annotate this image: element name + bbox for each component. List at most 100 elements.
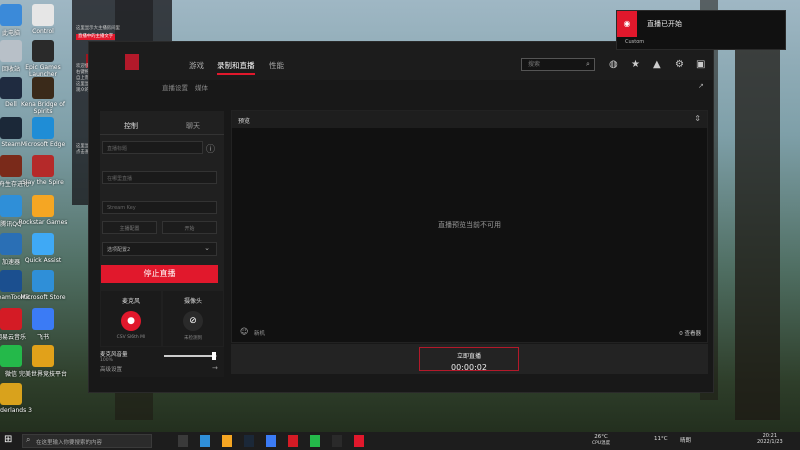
preview-header: 预览 ⇕ <box>232 111 707 128</box>
weather-widget[interactable]: 26°C CPU温度 <box>592 434 610 446</box>
taskbar-app-icon[interactable] <box>266 435 276 447</box>
stream-key-field[interactable]: Stream Key <box>102 201 217 214</box>
overlay-line: 这里显示大主播房间里 <box>76 26 120 31</box>
desktop-icon[interactable]: Epic Games Launcher <box>15 40 71 78</box>
globe-icon[interactable]: ◍ <box>609 59 618 70</box>
camera-off-icon: ⊘ <box>183 311 203 331</box>
app-icon <box>32 40 54 62</box>
expand-icon[interactable]: ⇕ <box>694 114 701 123</box>
overlay-top: 这里显示大主播房间里 直播中的主播文字 <box>72 0 172 40</box>
app-window: 游戏 录制和直播 性能 ⌕ ◍ ★ ▲ ⚙ ▣ 直播设置媒体 ↗ 控制 聊天 直播标… <box>88 41 714 393</box>
camera-device: 未检测到 <box>184 336 202 341</box>
mic-volume-slider[interactable] <box>164 352 217 360</box>
desktop-icon[interactable]: Slay the Spire <box>15 155 71 186</box>
taskbar-status: 晴朗 <box>680 438 692 444</box>
quality-select[interactable]: 选项配置2 ⌄ <box>102 242 217 256</box>
desktop-icon[interactable]: Microsoft Store <box>15 270 71 301</box>
preview-user: 新机 <box>254 331 266 337</box>
taskbar-app-icon[interactable] <box>354 435 364 447</box>
desktop-icon[interactable]: 完美世界竞技平台 <box>15 345 71 378</box>
desktop-icon-label: Epic Games Launcher <box>25 64 61 78</box>
tab-divider <box>100 134 224 135</box>
platform-field[interactable]: 在哪里直播 <box>102 171 217 184</box>
desktop-icon[interactable]: Borderlands 3 <box>0 383 39 414</box>
taskbar-search[interactable]: ⌕ 在这里输入你要搜索的内容 <box>22 434 152 448</box>
config-button[interactable]: 主播配置 <box>102 221 157 234</box>
taskbar-search-text: 在这里输入你要搜索的内容 <box>36 440 103 446</box>
mic-volume-label: 麦克风音量 <box>100 352 128 358</box>
preview-title: 预览 <box>238 118 251 125</box>
mic-label: 麦克风 <box>121 298 140 305</box>
taskbar: ⊞ ⌕ 在这里输入你要搜索的内容 26°C CPU温度 11°C 晴朗 20:21… <box>0 432 800 450</box>
desktop-icon-label: Slay the Spire <box>22 179 64 186</box>
sub-tab[interactable]: 媒体 <box>195 82 208 92</box>
taskbar-app-icon[interactable] <box>332 435 342 447</box>
tab-control[interactable]: 控制 <box>100 121 162 131</box>
taskbar-app-icon[interactable] <box>178 435 188 447</box>
live-control-bar: 立即直播 00:00:02 <box>231 344 708 374</box>
desktop-icon[interactable]: Microsoft Edge <box>15 117 71 148</box>
desktop-icon[interactable]: Quick Assist <box>15 233 71 264</box>
taskbar-app-icon[interactable] <box>288 435 298 447</box>
app-icon <box>0 383 22 405</box>
star-icon[interactable]: ★ <box>631 59 640 70</box>
nav-tab[interactable]: 性能 <box>269 60 284 71</box>
arrow-right-icon[interactable]: → <box>212 364 218 372</box>
go-live-button[interactable]: 立即直播 00:00:02 <box>419 347 519 372</box>
desktop-icon[interactable]: Rockstar Games <box>15 195 71 226</box>
app-icon <box>32 117 54 139</box>
title-field[interactable]: 直播标题 <box>102 141 203 154</box>
live-broadcast-icon: ◉ <box>617 11 637 37</box>
search-icon[interactable]: ⌕ <box>586 60 590 69</box>
panel-icon[interactable]: ▣ <box>696 59 705 70</box>
app-icon <box>32 345 54 367</box>
start-button[interactable]: 开始 <box>162 221 217 234</box>
search-icon: ⌕ <box>26 435 31 444</box>
microphone-icon: ● <box>121 311 141 331</box>
taskbar-app-icon[interactable] <box>244 435 254 447</box>
desktop-icon[interactable]: Control <box>15 4 71 35</box>
app-icon <box>32 270 54 292</box>
mic-device: CSV Sl6th Ml <box>116 335 146 340</box>
live-timer: 00:00:02 <box>451 363 487 372</box>
pin-icon[interactable]: ↗ <box>698 82 704 90</box>
clock[interactable]: 20:21 2022/1/23 <box>757 433 783 445</box>
desktop-icon-label: Kena Bridge of Spirits <box>21 101 65 115</box>
mic-volume-row: 麦克风音量 100% 高级设置 → <box>100 347 224 377</box>
quality-value: 选项配置2 <box>107 247 131 253</box>
advanced-settings-link[interactable]: 高级设置 <box>100 365 122 373</box>
desktop-icon[interactable]: 飞书 <box>15 308 71 341</box>
app-icon <box>32 77 54 99</box>
search-input[interactable] <box>521 58 595 71</box>
app-icon <box>32 155 54 177</box>
stop-stream-button[interactable]: 停止直播 <box>101 265 218 283</box>
notification-title: 直播已开始 <box>647 20 682 28</box>
taskbar-app-icon[interactable] <box>222 435 232 447</box>
windows-start-icon[interactable]: ⊞ <box>4 434 12 445</box>
weather-sub: CPU温度 <box>592 441 611 446</box>
nav-tab[interactable]: 游戏 <box>189 60 204 71</box>
user-icon: ☺ <box>240 327 249 336</box>
nav-tab[interactable]: 录制和直播 <box>217 60 255 75</box>
mic-toggle[interactable]: 麦克风 ● CSV Sl6th Ml <box>101 291 161 346</box>
app-icon <box>32 4 54 26</box>
tab-chat[interactable]: 聊天 <box>162 121 224 131</box>
taskbar-app-icon[interactable] <box>310 435 320 447</box>
desktop-icon[interactable]: Kena Bridge of Spirits <box>15 77 71 115</box>
preview-unavailable: 直播预览当前不可用 <box>438 221 501 229</box>
taskbar-app-icon[interactable] <box>200 435 210 447</box>
taskbar-temp: 11°C <box>654 436 668 442</box>
desktop-icon-label: 完美世界竞技平台 <box>18 371 67 378</box>
camera-toggle[interactable]: 摄像头 ⊘ 未检测到 <box>163 291 223 346</box>
bell-icon[interactable]: ▲ <box>653 59 661 70</box>
app-icon <box>32 195 54 217</box>
clock-date: 2022/1/23 <box>757 439 783 445</box>
chevron-down-icon: ⌄ <box>204 244 210 252</box>
sub-tab[interactable]: 直播设置 <box>162 82 188 92</box>
mic-volume-pct: 100% <box>100 358 113 363</box>
notification-toast[interactable]: ◉ 直播已开始 Custom <box>616 10 786 50</box>
gear-icon[interactable]: ⚙ <box>675 59 684 70</box>
desktop-icon-label: Quick Assist <box>24 257 62 264</box>
slider-thumb[interactable] <box>212 352 217 360</box>
info-icon[interactable]: ⓘ <box>206 142 215 155</box>
